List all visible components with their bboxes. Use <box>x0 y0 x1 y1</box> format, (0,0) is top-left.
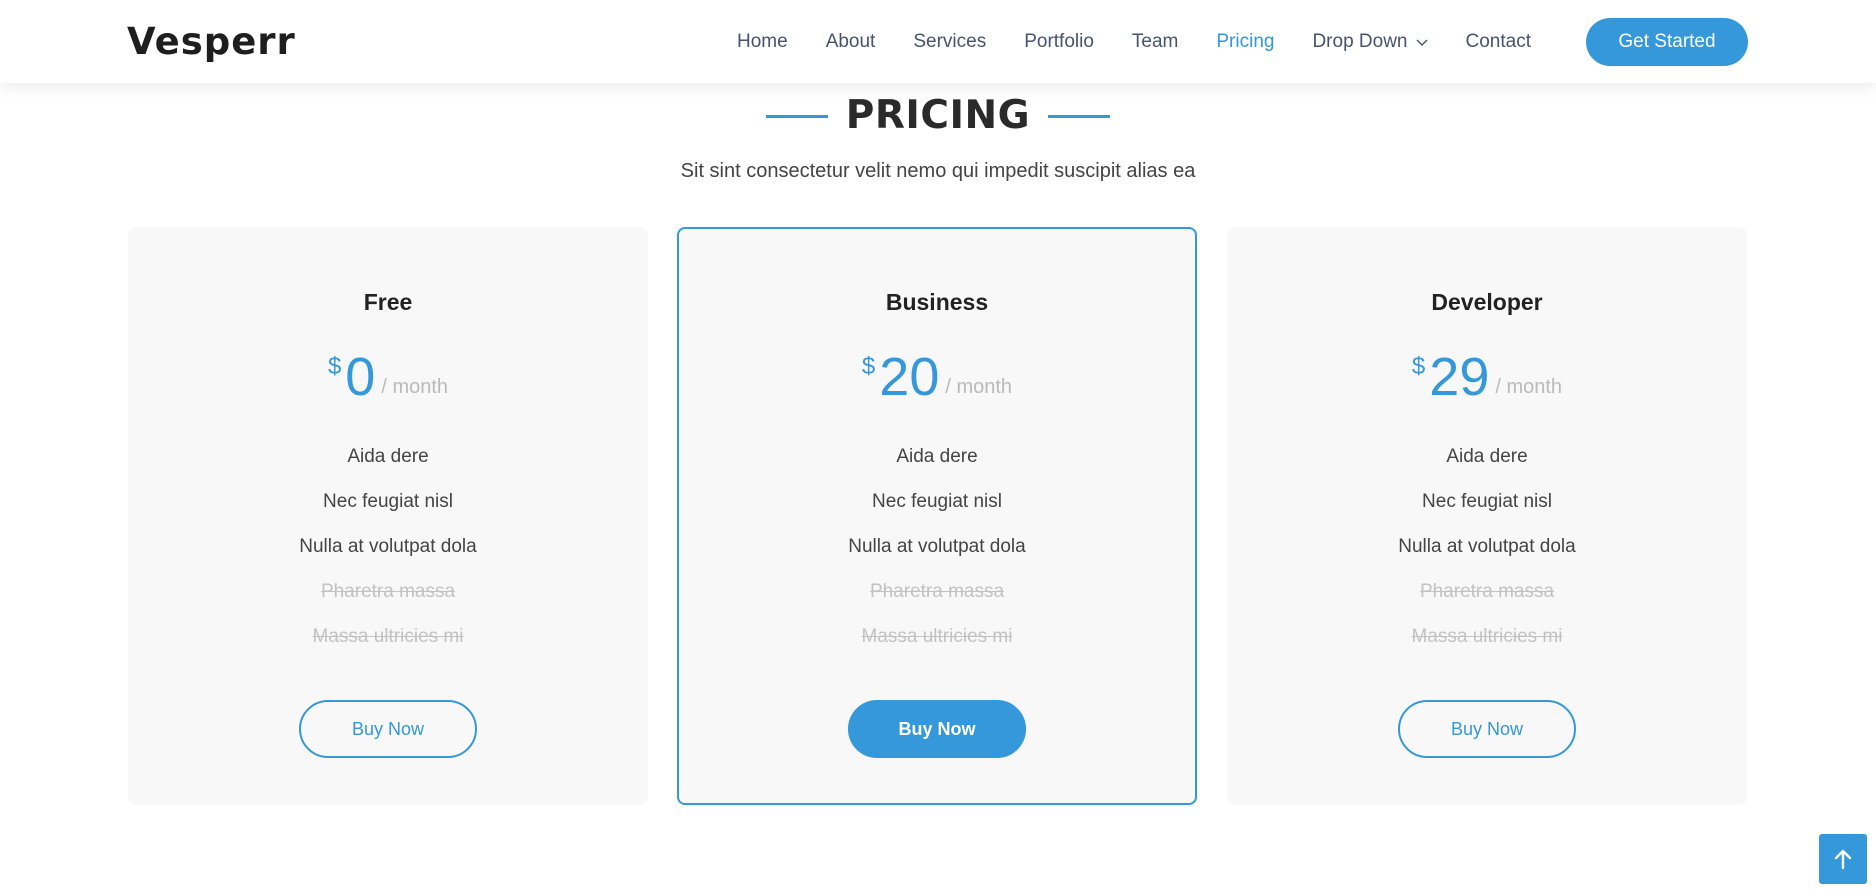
price-period: / month <box>1495 376 1563 398</box>
feature-item: Nec feugiat nisl <box>323 491 453 512</box>
feature-item-unavailable: Pharetra massa <box>320 581 456 602</box>
price-amount: 29 <box>1429 347 1490 407</box>
chevron-down-icon <box>1416 39 1427 46</box>
price-period: / month <box>945 376 1013 398</box>
back-to-top-button[interactable] <box>1819 834 1867 884</box>
nav-item-about[interactable]: About <box>826 31 876 53</box>
title-divider-left <box>765 114 828 118</box>
feature-item: Aida dere <box>347 446 429 467</box>
section-title: PRICING <box>0 88 1876 144</box>
feature-item-unavailable: Massa ultricies mi <box>861 626 1013 647</box>
price-period: / month <box>381 376 449 398</box>
feature-item-unavailable: Massa ultricies mi <box>1411 626 1563 647</box>
pricing-card-business: Business $ 20 / month Aida dere Nec feug… <box>677 227 1197 805</box>
currency-symbol: $ <box>327 353 342 380</box>
plan-name: Developer <box>1431 289 1543 315</box>
nav-item-pricing[interactable]: Pricing <box>1216 31 1274 53</box>
nav-item-team[interactable]: Team <box>1132 31 1178 53</box>
feature-list: Aida dere Nec feugiat nisl Nulla at volu… <box>679 434 1195 659</box>
buy-now-button-free[interactable]: Buy Now <box>299 700 477 758</box>
nav-item-dropdown-label: Drop Down <box>1312 30 1408 52</box>
pricing-card-developer: Developer $ 29 / month Aida dere Nec feu… <box>1227 227 1747 805</box>
plan-price: $ 20 / month <box>679 349 1195 405</box>
currency-symbol: $ <box>861 353 876 380</box>
nav-item-portfolio[interactable]: Portfolio <box>1024 31 1094 53</box>
page-title: PRICING <box>845 93 1031 138</box>
get-started-button[interactable]: Get Started <box>1586 18 1748 66</box>
nav-item-services[interactable]: Services <box>913 31 986 53</box>
nav-item-dropdown[interactable]: Drop Down <box>1312 31 1427 53</box>
feature-item: Nec feugiat nisl <box>1422 491 1552 512</box>
feature-item: Nec feugiat nisl <box>872 491 1002 512</box>
logo[interactable]: Vesperr <box>127 18 296 66</box>
plan-name: Free <box>363 289 413 315</box>
plan-name: Business <box>885 289 989 315</box>
feature-item: Aida dere <box>896 446 978 467</box>
title-divider-right <box>1048 114 1111 118</box>
feature-item: Nulla at volutpat dola <box>299 536 477 557</box>
feature-list: Aida dere Nec feugiat nisl Nulla at volu… <box>128 434 648 659</box>
section-subtitle: Sit sint consectetur velit nemo qui impe… <box>680 160 1196 182</box>
currency-symbol: $ <box>1411 353 1426 380</box>
price-amount: 20 <box>879 347 940 407</box>
feature-item-unavailable: Pharetra massa <box>869 581 1005 602</box>
buy-now-button-developer[interactable]: Buy Now <box>1398 700 1576 758</box>
feature-list: Aida dere Nec feugiat nisl Nulla at volu… <box>1227 434 1747 659</box>
feature-item-unavailable: Pharetra massa <box>1419 581 1555 602</box>
buy-now-button-business[interactable]: Buy Now <box>848 700 1026 758</box>
arrow-up-icon <box>1834 849 1852 870</box>
feature-item: Aida dere <box>1446 446 1528 467</box>
pricing-card-free: Free $ 0 / month Aida dere Nec feugiat n… <box>128 227 648 805</box>
site-header: Vesperr Home About Services Portfolio Te… <box>0 0 1876 83</box>
feature-item: Nulla at volutpat dola <box>1398 536 1576 557</box>
plan-price: $ 0 / month <box>128 349 648 405</box>
feature-item: Nulla at volutpat dola <box>848 536 1026 557</box>
plan-price: $ 29 / month <box>1227 349 1747 405</box>
price-amount: 0 <box>345 347 376 407</box>
main-nav: Home About Services Portfolio Team Prici… <box>737 0 1569 83</box>
nav-item-home[interactable]: Home <box>737 31 788 53</box>
nav-item-contact[interactable]: Contact <box>1466 31 1531 53</box>
feature-item-unavailable: Massa ultricies mi <box>312 626 464 647</box>
